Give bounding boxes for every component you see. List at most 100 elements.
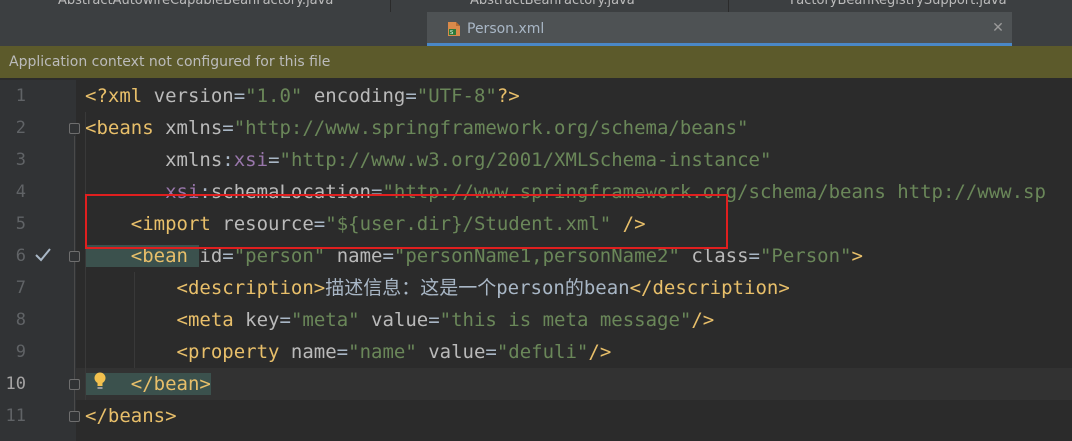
code-text[interactable]: xmlns:xsi="http://www.w3.org/2001/XMLSch… bbox=[85, 144, 771, 176]
line-number: 8 bbox=[15, 310, 26, 330]
code-token: <bean bbox=[85, 245, 200, 267]
fold-beans-icon[interactable] bbox=[69, 123, 80, 134]
notification-text: Application context not configured for t… bbox=[9, 54, 331, 70]
line-number: 7 bbox=[15, 278, 26, 298]
line-number: 10 bbox=[5, 374, 26, 394]
line-number: 9 bbox=[15, 342, 26, 362]
code-token: "UTF-8" bbox=[416, 85, 497, 107]
line-number: 1 bbox=[15, 86, 26, 106]
line-number: 6 bbox=[15, 246, 26, 266]
code-token: value bbox=[359, 309, 429, 331]
ide-window: AbstractAutowireCapableBeanFactory.java … bbox=[0, 0, 1072, 441]
code-token: = bbox=[405, 85, 417, 107]
code-token: 描述信息：这是一个person的bean bbox=[325, 277, 630, 299]
code-token: value bbox=[416, 341, 486, 363]
code-token: = bbox=[222, 245, 234, 267]
fold-end-bean-icon[interactable] bbox=[69, 379, 80, 390]
code-token: = bbox=[279, 309, 291, 331]
code-token: "${user.dir}/Student.xml" bbox=[325, 213, 612, 235]
code-token: /> bbox=[611, 213, 646, 235]
code-text[interactable]: <beans xmlns="http://www.springframework… bbox=[85, 112, 749, 144]
code-line[interactable]: 11 </beans> bbox=[0, 400, 1072, 432]
code-line[interactable]: 7 <description>描述信息：这是一个person的bean</des… bbox=[0, 272, 1072, 304]
notification-bar: Application context not configured for t… bbox=[0, 46, 1072, 78]
code-token: /> bbox=[691, 309, 715, 331]
code-token: : bbox=[199, 181, 211, 203]
code-token: "http://www.springframework.org/schema/b… bbox=[382, 181, 1046, 203]
code-token: "this is meta message" bbox=[439, 309, 692, 331]
code-text[interactable]: <?xml version="1.0" encoding="UTF-8"?> bbox=[85, 80, 520, 112]
code-token: xsi bbox=[233, 149, 269, 171]
code-line[interactable]: 3 xmlns:xsi="http://www.w3.org/2001/XMLS… bbox=[0, 144, 1072, 176]
check-icon bbox=[35, 248, 51, 262]
code-token: version bbox=[153, 85, 234, 107]
code-token: "defuli" bbox=[496, 341, 589, 363]
code-token: schemaLocation bbox=[210, 181, 371, 203]
code-line[interactable]: 8 <meta key="meta" value="this is meta m… bbox=[0, 304, 1072, 336]
code-token: = bbox=[748, 245, 760, 267]
line-number: 2 bbox=[15, 118, 26, 138]
code-token: <?xml bbox=[85, 85, 154, 107]
code-editor[interactable]: 1 <?xml version="1.0" encoding="UTF-8"?> 2… bbox=[0, 80, 1072, 441]
code-token: "personName1,personName2" bbox=[393, 245, 680, 267]
code-line[interactable]: 10 </bean> bbox=[0, 368, 1072, 400]
code-token: name bbox=[290, 341, 337, 363]
code-token: "http://www.w3.org/2001/XMLSchema-instan… bbox=[279, 149, 772, 171]
fold-bean-icon[interactable] bbox=[69, 251, 80, 262]
code-token: class bbox=[679, 245, 749, 267]
code-token: xmlns bbox=[165, 117, 223, 139]
line-background bbox=[76, 368, 1072, 400]
code-token: <description> bbox=[85, 277, 326, 299]
code-token: = bbox=[336, 341, 349, 363]
tab-abstract-autowire[interactable]: AbstractAutowireCapableBeanFactory.java bbox=[58, 0, 333, 11]
code-token: "meta" bbox=[290, 309, 360, 331]
code-text[interactable]: </beans> bbox=[85, 400, 177, 432]
code-token: : bbox=[222, 149, 234, 171]
code-token: <import bbox=[85, 213, 223, 235]
code-token: encoding bbox=[302, 85, 406, 107]
code-token: xmlns bbox=[85, 149, 223, 171]
code-line[interactable]: 6 <bean id="person" name="personName1,pe… bbox=[0, 240, 1072, 272]
code-token: "name" bbox=[348, 341, 417, 363]
code-text[interactable]: <description>描述信息：这是一个person的bean</descr… bbox=[85, 272, 790, 304]
code-token: > bbox=[851, 245, 863, 267]
line-number: 11 bbox=[5, 406, 26, 426]
code-token: = bbox=[485, 341, 497, 363]
tab-abstract-bean-factory[interactable]: AbstractBeanFactory.java bbox=[470, 0, 635, 11]
code-text[interactable]: xsi:schemaLocation="http://www.springfra… bbox=[85, 176, 1046, 208]
code-token: </beans> bbox=[85, 405, 177, 427]
code-line[interactable]: 4 xsi:schemaLocation="http://www.springf… bbox=[0, 176, 1072, 208]
fold-end-beans-icon[interactable] bbox=[69, 411, 80, 422]
code-token: <property bbox=[85, 341, 291, 363]
code-token: "person" bbox=[233, 245, 326, 267]
code-line[interactable]: 5 <import resource="${user.dir}/Student.… bbox=[0, 208, 1072, 240]
code-token: ?> bbox=[496, 85, 520, 107]
code-token: <beans bbox=[85, 117, 166, 139]
code-token: "Person" bbox=[759, 245, 852, 267]
code-token: name bbox=[325, 245, 383, 267]
code-token: "http://www.springframework.org/schema/b… bbox=[233, 117, 749, 139]
code-text[interactable]: <import resource="${user.dir}/Student.xm… bbox=[85, 208, 646, 240]
code-line[interactable]: 2 <beans xmlns="http://www.springframewor… bbox=[0, 112, 1072, 144]
code-token: = bbox=[313, 213, 326, 235]
line-background bbox=[76, 400, 1072, 432]
code-token: = bbox=[268, 149, 280, 171]
code-token: = bbox=[222, 117, 234, 139]
code-text[interactable]: <bean id="person" name="personName1,pers… bbox=[85, 240, 863, 272]
tab-label[interactable]: Person.xml bbox=[467, 18, 544, 40]
code-text[interactable]: <property name="name" value="defuli"/> bbox=[85, 336, 612, 368]
code-token: /> bbox=[588, 341, 612, 363]
code-line[interactable]: 9 <property name="name" value="defuli"/> bbox=[0, 336, 1072, 368]
code-token: <meta bbox=[85, 309, 246, 331]
code-token: = bbox=[371, 181, 383, 203]
code-token: "1.0" bbox=[245, 85, 303, 107]
tab-factory-bean-registry[interactable]: FactoryBeanRegistrySupport.java bbox=[790, 0, 1007, 11]
xml-file-icon: S bbox=[448, 22, 460, 36]
line-number: 5 bbox=[15, 214, 26, 234]
code-text[interactable]: <meta key="meta" value="this is meta mes… bbox=[85, 304, 715, 336]
close-icon[interactable]: ✕ bbox=[990, 20, 1006, 36]
code-line[interactable]: 1 <?xml version="1.0" encoding="UTF-8"?> bbox=[0, 80, 1072, 112]
lightbulb-icon[interactable] bbox=[93, 372, 107, 390]
line-number: 3 bbox=[15, 150, 26, 170]
code-token: = bbox=[233, 85, 246, 107]
